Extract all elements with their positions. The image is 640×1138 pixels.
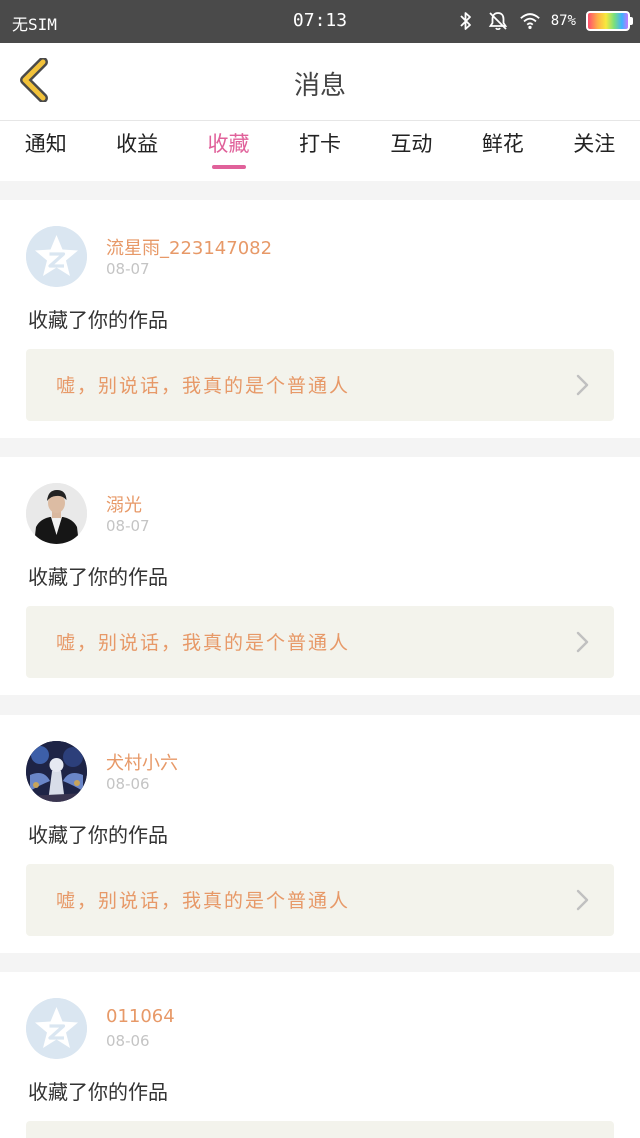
tab-label: 鲜花 [481,132,524,156]
default-avatar[interactable] [26,998,87,1059]
username[interactable]: 流星雨_223147082 [106,234,272,260]
tab-earnings[interactable]: 收益 [91,121,182,181]
battery-level: 87% [550,13,576,29]
tab-notifications[interactable]: 通知 [0,121,91,181]
tab-interactions[interactable]: 互动 [366,121,457,181]
header: 消息 [0,43,640,121]
battery-icon [586,11,633,31]
work-title: 嘘，别说话，我真的是个普通人 [56,890,351,912]
photo-avatar[interactable] [26,741,87,802]
tab-checkin[interactable]: 打卡 [274,121,365,181]
default-avatar[interactable] [26,226,87,287]
date-label: 08-06 [106,1032,150,1050]
tab-flowers[interactable]: 鲜花 [457,121,548,181]
tab-bar: 通知 收益 收藏 打卡 互动 鲜花 关注 [0,121,640,181]
notification-card: 溺光 08-07 收藏了你的作品 嘘，别说话，我真的是个普通人 [0,457,640,695]
chevron-right-icon [574,630,590,654]
tab-label: 互动 [390,132,433,156]
tab-label: 收藏 [207,132,250,156]
notification-card: 011064 08-06 收藏了你的作品 [0,972,640,1138]
chevron-right-icon [574,373,590,397]
action-text: 收藏了你的作品 [28,1080,168,1104]
status-bar: 无SIM 07:13 87% [0,0,640,43]
username[interactable]: 溺光 [106,491,142,517]
tab-label: 收益 [116,132,159,156]
work-link[interactable] [26,1121,614,1138]
wifi-icon [519,10,541,32]
date-label: 08-07 [106,260,150,278]
mute-icon [487,10,509,32]
username[interactable]: 犬村小六 [106,749,178,775]
tab-underline [211,165,246,169]
tab-label: 通知 [24,132,67,156]
tab-label: 打卡 [298,132,341,156]
tab-following[interactable]: 关注 [549,121,640,181]
work-link[interactable]: 嘘，别说话，我真的是个普通人 [26,864,614,936]
work-link[interactable]: 嘘，别说话，我真的是个普通人 [26,606,614,678]
chevron-right-icon [574,888,590,912]
action-text: 收藏了你的作品 [28,308,168,332]
action-text: 收藏了你的作品 [28,823,168,847]
action-text: 收藏了你的作品 [28,565,168,589]
date-label: 08-06 [106,775,150,793]
work-title: 嘘，别说话，我真的是个普通人 [56,375,351,397]
page-title: 消息 [293,71,346,101]
work-title: 嘘，别说话，我真的是个普通人 [56,632,351,654]
tab-label: 关注 [573,132,616,156]
notification-card: 流星雨_223147082 08-07 收藏了你的作品 嘘，别说话，我真的是个普… [0,200,640,438]
bluetooth-icon [455,10,477,32]
work-link[interactable]: 嘘，别说话，我真的是个普通人 [26,349,614,421]
tab-favorites[interactable]: 收藏 [183,121,274,181]
photo-avatar[interactable] [26,483,87,544]
status-icons: 87% [455,9,633,33]
notification-card: 犬村小六 08-06 收藏了你的作品 嘘，别说话，我真的是个普通人 [0,715,640,953]
username[interactable]: 011064 [106,1006,175,1027]
date-label: 08-07 [106,517,150,535]
